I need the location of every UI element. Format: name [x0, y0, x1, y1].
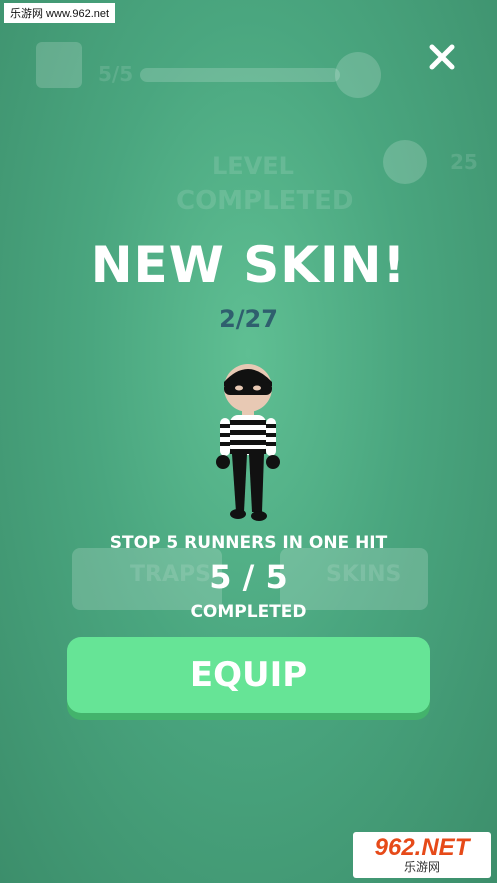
skin-counter: 2/27: [219, 305, 278, 333]
mission-text: STOP 5 RUNNERS IN ONE HIT: [109, 533, 388, 553]
coin-icon: [383, 140, 427, 184]
background-coin-count: 25: [450, 150, 478, 174]
logo-sub-text: 乐游网: [403, 860, 440, 874]
watermark-logo: 962.NET 乐游网: [353, 832, 491, 878]
modal-title: NEW SKIN!: [90, 236, 407, 294]
skull-icon: [335, 52, 381, 98]
equip-button[interactable]: EQUIP: [67, 637, 430, 713]
background-progress-text: 5/5: [98, 62, 134, 86]
robber-skin-character: [216, 364, 280, 521]
mission-status: COMPLETED: [190, 602, 307, 622]
close-button[interactable]: [427, 42, 457, 72]
mission-progress: 5 / 5: [209, 558, 288, 596]
close-icon: [429, 44, 455, 70]
watermark-top: 乐游网 www.962.net: [4, 3, 116, 23]
background-completed-label: COMPLETED: [176, 186, 354, 216]
equip-button-label: EQUIP: [189, 655, 308, 695]
logo-main-text: 962.NET: [374, 834, 470, 861]
gear-icon: [36, 42, 82, 88]
background-level-label: LEVEL: [212, 152, 294, 180]
background-progress-bar: [140, 68, 340, 82]
